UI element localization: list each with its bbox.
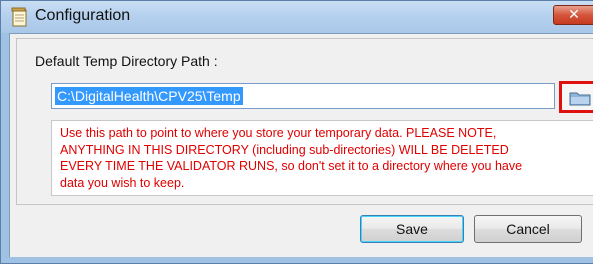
- browse-folder-button[interactable]: [559, 81, 593, 113]
- temp-path-input[interactable]: C:\DigitalHealth\CPV25\Temp: [51, 83, 555, 109]
- title-bar[interactable]: Configuration ✕: [1, 1, 593, 33]
- dialog-body: Default Temp Directory Path : C:\Digital…: [9, 33, 593, 257]
- temp-path-value[interactable]: C:\DigitalHealth\CPV25\Temp: [55, 87, 243, 105]
- path-group: Default Temp Directory Path : C:\Digital…: [16, 38, 593, 205]
- close-icon: ✕: [568, 6, 580, 22]
- cancel-button[interactable]: Cancel: [474, 215, 582, 243]
- configuration-dialog: Configuration ✕ Default Temp Directory P…: [0, 0, 593, 264]
- temp-path-label: Default Temp Directory Path :: [35, 53, 218, 69]
- warning-message: Use this path to point to where you stor…: [51, 120, 593, 196]
- save-button[interactable]: Save: [360, 215, 464, 243]
- close-button[interactable]: ✕: [553, 5, 593, 25]
- notepad-icon: [11, 7, 27, 27]
- window-title: Configuration: [35, 7, 131, 24]
- folder-icon: [569, 92, 591, 106]
